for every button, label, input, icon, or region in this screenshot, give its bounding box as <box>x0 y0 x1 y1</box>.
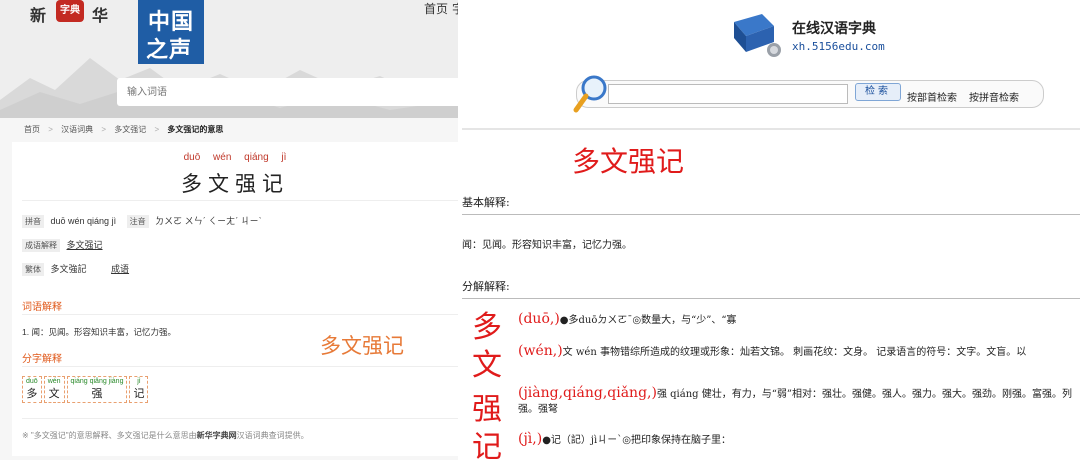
char-box-ji[interactable]: jì 记 <box>129 376 149 403</box>
word-pinyin: duō wén qiáng jì <box>183 152 287 163</box>
magnifier-icon <box>573 75 607 113</box>
entry-text: ●记（記）jìㄐㄧˋ◎把印象保持在脑子里： <box>542 435 731 446</box>
entry-pinyin: (wén,) <box>518 343 563 359</box>
dictionary-search-input[interactable] <box>608 84 848 104</box>
divider <box>22 418 458 419</box>
zhuyin-value: ㄉㄨㄛ ㄨㄣˊ ㄑㄧㄤˊ ㄐㄧˋ <box>155 216 262 226</box>
traditional-tag: 繁体 <box>22 263 44 276</box>
site-name-bold: 新华字典网 <box>196 431 237 440</box>
idiom-link[interactable]: 多文强记 <box>67 240 103 250</box>
definition-item: 1. 闻：见闻。形容知识丰富，记忆力强。 <box>22 327 176 337</box>
zhuyin-tag: 注音 <box>126 215 149 228</box>
basic-explanation-heading: 基本解释: <box>462 196 510 209</box>
pinyin-row: 拼音 duō wén qiáng jì 注音 ㄉㄨㄛ ㄨㄣˊ ㄑㄧㄤˊ ㄐㄧˋ <box>22 214 262 228</box>
idiom-row: 成语解释 多文强记 <box>22 238 103 252</box>
big-char-wen: 文 <box>472 348 502 383</box>
word-title: 多文强记 <box>572 145 685 178</box>
entry-text: ●多duōㄉㄨㄛˉ◎数量大，与“少”、“寡 <box>559 315 737 326</box>
word-explanation-heading: 词语解释 <box>22 302 62 313</box>
divider <box>462 214 1080 215</box>
word-heading: 多文强记 <box>181 173 289 196</box>
breadcrumb-home[interactable]: 首页 <box>24 125 40 134</box>
header-divider <box>462 128 1080 130</box>
breadcrumb-dictionary[interactable]: 汉语词典 <box>61 125 93 134</box>
idiom-category-link[interactable]: 成语 <box>111 264 129 274</box>
idiom-tag: 成语解释 <box>22 239 60 252</box>
nav-next-link[interactable]: 字 <box>452 0 458 17</box>
pinyin-tag: 拼音 <box>22 215 44 228</box>
search-by-radical-link[interactable]: 按部首检索 <box>907 89 957 104</box>
breadcrumb: 首页 > 汉语词典 > 多文强记 > 多文强记的意思 <box>24 124 229 135</box>
word-search-box <box>117 78 458 106</box>
nav-home-link[interactable]: 首页 <box>424 0 448 17</box>
entry-text: 文 wén 事物错综所造成的纹理或形象：灿若文锦。 刺画花纹：文身。 记录语言的… <box>562 347 1027 358</box>
big-char-ji: 记 <box>472 430 502 460</box>
voice-of-china-logo[interactable]: 中国 之声 <box>138 0 204 64</box>
divider <box>22 314 458 315</box>
divider <box>462 298 1080 299</box>
char-box-row: duō 多 wén 文 qiáng qiǎng jiàng 强 jì 记 <box>22 376 149 403</box>
breadcrumb-separator: > <box>101 125 107 134</box>
breadcrumb-current: 多文强记的意思 <box>167 125 224 134</box>
site-url[interactable]: xh.5156edu.com <box>792 40 885 53</box>
word-card: duō wén qiáng jì 多文强记 拼音 duō wén qiáng j… <box>12 142 458 456</box>
divider <box>22 366 458 367</box>
search-by-pinyin-link[interactable]: 按拼音检索 <box>969 89 1019 104</box>
char-entry-wen: (wén,)文 wén 事物错综所造成的纹理或形象：灿若文锦。 刺画花纹：文身。… <box>518 344 1078 360</box>
breadcrumb-separator: > <box>48 125 53 134</box>
breadcrumb-separator: > <box>154 125 160 134</box>
entry-pinyin: (jiàng,qiáng,qiǎng,) <box>518 385 657 401</box>
word-search-input[interactable] <box>117 78 458 106</box>
char-explanation-heading: 分字解释 <box>22 354 62 365</box>
breadcrumb-word[interactable]: 多文强记 <box>114 125 146 134</box>
site-name: 在线汉语字典 <box>792 20 876 36</box>
divider <box>22 200 458 201</box>
char-box-wen[interactable]: wén 文 <box>43 376 65 403</box>
brand-char-hua: 华 <box>92 6 109 25</box>
char-entry-duo: (duō,)●多duōㄉㄨㄛˉ◎数量大，与“少”、“寡 <box>518 312 1078 328</box>
traditional-value: 多文強記 <box>50 264 87 274</box>
basic-definition: 闻：见闻。形容知识丰富，记忆力强。 <box>462 240 632 251</box>
pinyin-value: duō wén qiáng jì <box>50 216 117 226</box>
title-watermark: 多文强记 <box>320 335 404 358</box>
logo-line-2: 之声 <box>146 37 193 62</box>
char-entry-ji: (jì,)●记（記）jìㄐㄧˋ◎把印象保持在脑子里： <box>518 432 1078 448</box>
hero-banner: 新 字典 华 中国 之声 首页 字 <box>0 0 458 118</box>
detailed-explanation-heading: 分解解释: <box>462 280 510 293</box>
left-dictionary-page: 新 字典 华 中国 之声 首页 字 首页 > 汉语词典 > 多文强记 > 多文强… <box>0 0 458 460</box>
traditional-row: 繁体 多文強記 成语 <box>22 262 129 276</box>
brand-seal: 字典 <box>56 0 84 22</box>
brand-char-xin: 新 <box>30 6 47 25</box>
entry-pinyin: (duō,) <box>518 311 560 327</box>
entry-pinyin: (jì,) <box>518 431 543 447</box>
search-button[interactable]: 检索 <box>855 83 901 101</box>
right-dictionary-page: 在线汉语字典 xh.5156edu.com 检索 按部首检索 按拼音检索 多文强… <box>462 0 1080 460</box>
char-box-qiang[interactable]: qiáng qiǎng jiàng 强 <box>66 376 128 403</box>
char-entry-qiang: (jiàng,qiáng,qiǎng,)强 qiáng 健壮，有力，与“弱”相对… <box>518 386 1078 417</box>
char-box-duo[interactable]: duō 多 <box>22 376 42 403</box>
source-footnote: ※ "多文强记"的意思解释、多文强记是什么意思由新华字典网汉语词典查词提供。 <box>22 431 309 440</box>
dictionary-book-icon <box>734 14 781 57</box>
